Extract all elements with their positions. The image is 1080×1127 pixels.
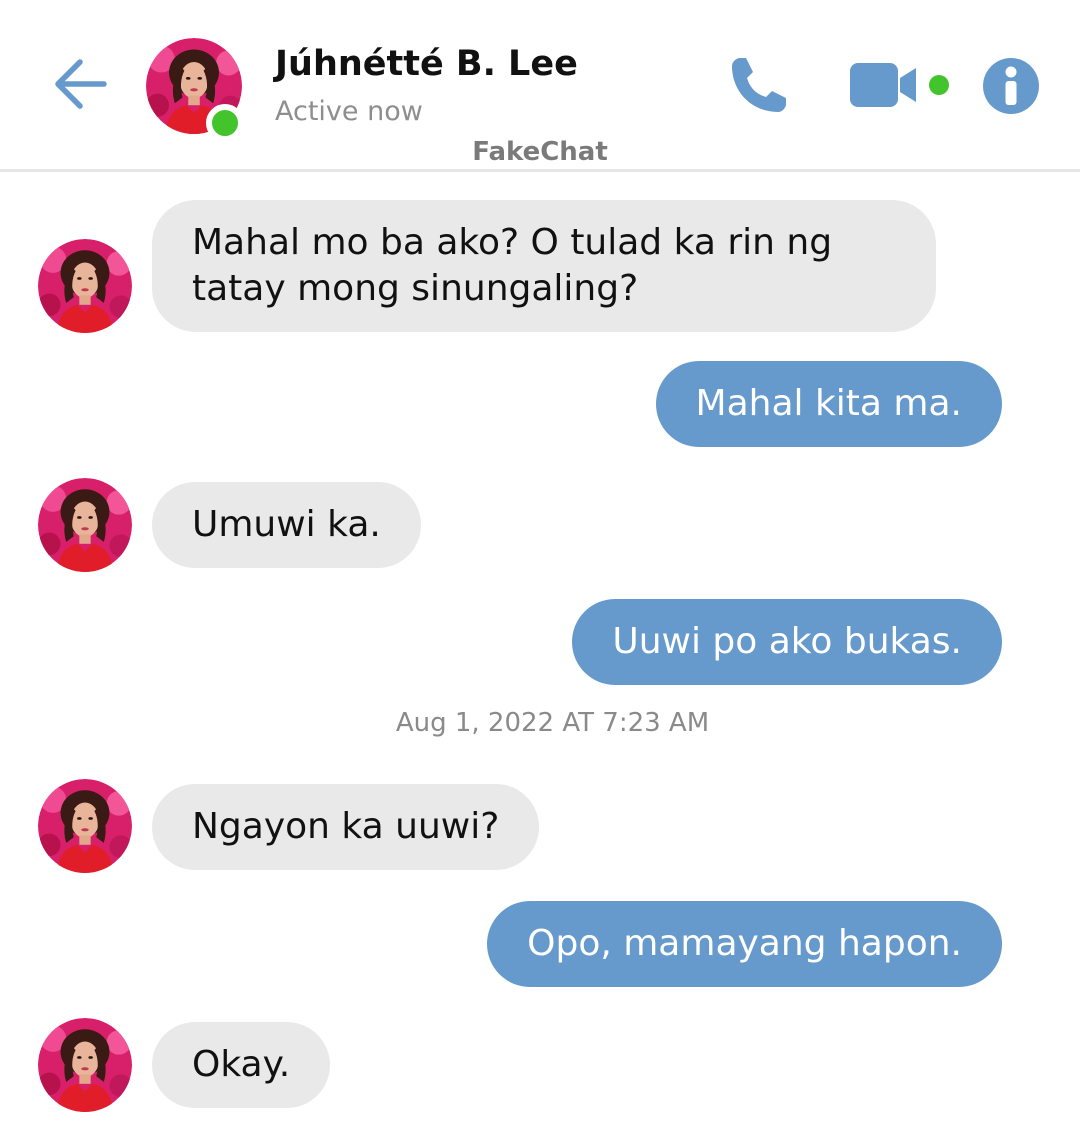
incoming-message[interactable]: Okay.	[152, 1022, 331, 1108]
video-camera-icon[interactable]	[848, 60, 958, 110]
avatar	[38, 1018, 132, 1112]
avatar	[38, 779, 132, 873]
header-divider	[0, 169, 1080, 172]
sender-avatar[interactable]	[38, 239, 132, 333]
info-icon[interactable]	[982, 57, 1040, 115]
back-arrow-icon[interactable]	[52, 52, 112, 116]
contact-status: Active now	[275, 96, 423, 127]
message-timestamp: Aug 1, 2022 AT 7:23 AM	[395, 708, 710, 738]
phone-icon[interactable]	[726, 54, 790, 118]
chat-screen: Júhnétté B. Lee Active now FakeChat Maha…	[0, 0, 1080, 1127]
incoming-message[interactable]: Mahal mo ba ako? O tulad ka rin ng tatay…	[152, 200, 936, 332]
avatar	[38, 239, 132, 333]
sender-avatar[interactable]	[38, 1018, 132, 1112]
app-brand-label: FakeChat	[472, 137, 608, 167]
incoming-message[interactable]: Umuwi ka.	[152, 482, 421, 568]
sender-avatar[interactable]	[38, 478, 132, 572]
outgoing-message[interactable]: Opo, mamayang hapon.	[487, 901, 1002, 987]
avatar	[38, 478, 132, 572]
outgoing-message[interactable]: Mahal kita ma.	[655, 361, 1002, 447]
chat-header: Júhnétté B. Lee Active now FakeChat	[0, 0, 1080, 172]
outgoing-message[interactable]: Uuwi po ako bukas.	[572, 599, 1002, 685]
contact-name[interactable]: Júhnétté B. Lee	[275, 44, 578, 84]
sender-avatar[interactable]	[38, 779, 132, 873]
incoming-message[interactable]: Ngayon ka uuwi?	[152, 784, 540, 870]
